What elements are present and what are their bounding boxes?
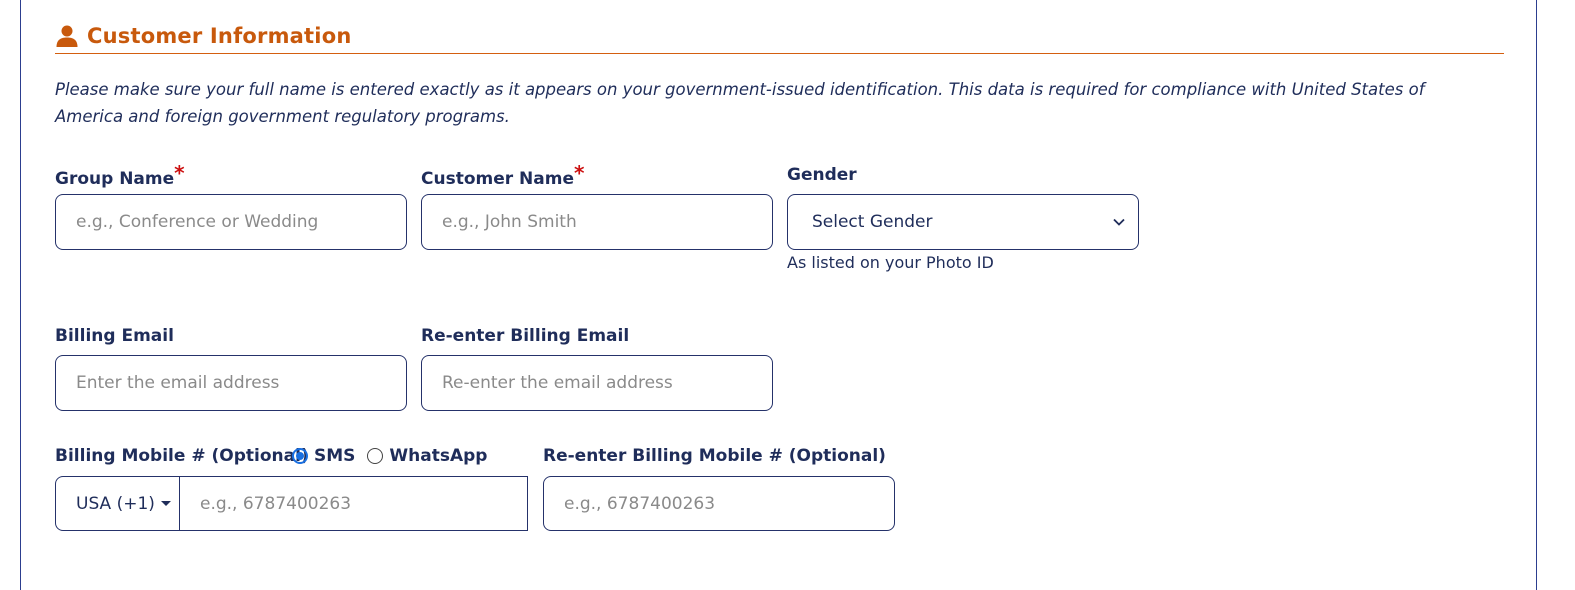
section-title: Customer Information bbox=[87, 23, 352, 48]
required-mark: * bbox=[174, 161, 185, 185]
reenter-email-label: Re-enter Billing Email bbox=[421, 326, 630, 346]
sms-label: SMS bbox=[314, 446, 356, 466]
user-icon bbox=[56, 25, 78, 47]
reenter-mobile-input[interactable] bbox=[543, 476, 895, 531]
sms-option[interactable]: SMS bbox=[292, 446, 355, 466]
whatsapp-radio[interactable] bbox=[367, 448, 384, 464]
group-name-label: Group Name* bbox=[55, 161, 185, 189]
sms-radio[interactable] bbox=[292, 448, 308, 464]
billing-email-label: Billing Email bbox=[55, 326, 174, 346]
reenter-mobile-label: Re-enter Billing Mobile # (Optional) bbox=[543, 446, 886, 466]
country-code-dropdown[interactable]: USA (+1) bbox=[56, 477, 180, 530]
billing-mobile-label: Billing Mobile # (Optional) bbox=[55, 446, 309, 466]
whatsapp-option[interactable]: WhatsApp bbox=[367, 446, 487, 466]
customer-name-label: Customer Name* bbox=[421, 161, 585, 189]
billing-email-input[interactable] bbox=[55, 355, 407, 411]
reenter-email-input[interactable] bbox=[421, 355, 773, 411]
section-header: Customer Information bbox=[55, 18, 1504, 54]
gender-select[interactable]: Select Gender bbox=[787, 194, 1139, 250]
whatsapp-label: WhatsApp bbox=[389, 446, 488, 466]
billing-mobile-group: USA (+1) bbox=[55, 476, 528, 531]
customer-name-input[interactable] bbox=[421, 194, 773, 250]
required-mark: * bbox=[574, 161, 585, 185]
gender-helper-text: As listed on your Photo ID bbox=[787, 253, 994, 272]
chevron-down-icon bbox=[1113, 218, 1125, 226]
group-name-input[interactable] bbox=[55, 194, 407, 250]
billing-mobile-input[interactable] bbox=[180, 477, 527, 530]
gender-label: Gender bbox=[787, 165, 857, 185]
notification-channel-radio-group: SMS WhatsApp bbox=[292, 446, 499, 466]
gender-selected-value: Select Gender bbox=[812, 212, 933, 232]
country-code-value: USA (+1) bbox=[76, 493, 155, 514]
caret-down-icon bbox=[160, 501, 171, 506]
compliance-notice: Please make sure your full name is enter… bbox=[55, 80, 1425, 126]
